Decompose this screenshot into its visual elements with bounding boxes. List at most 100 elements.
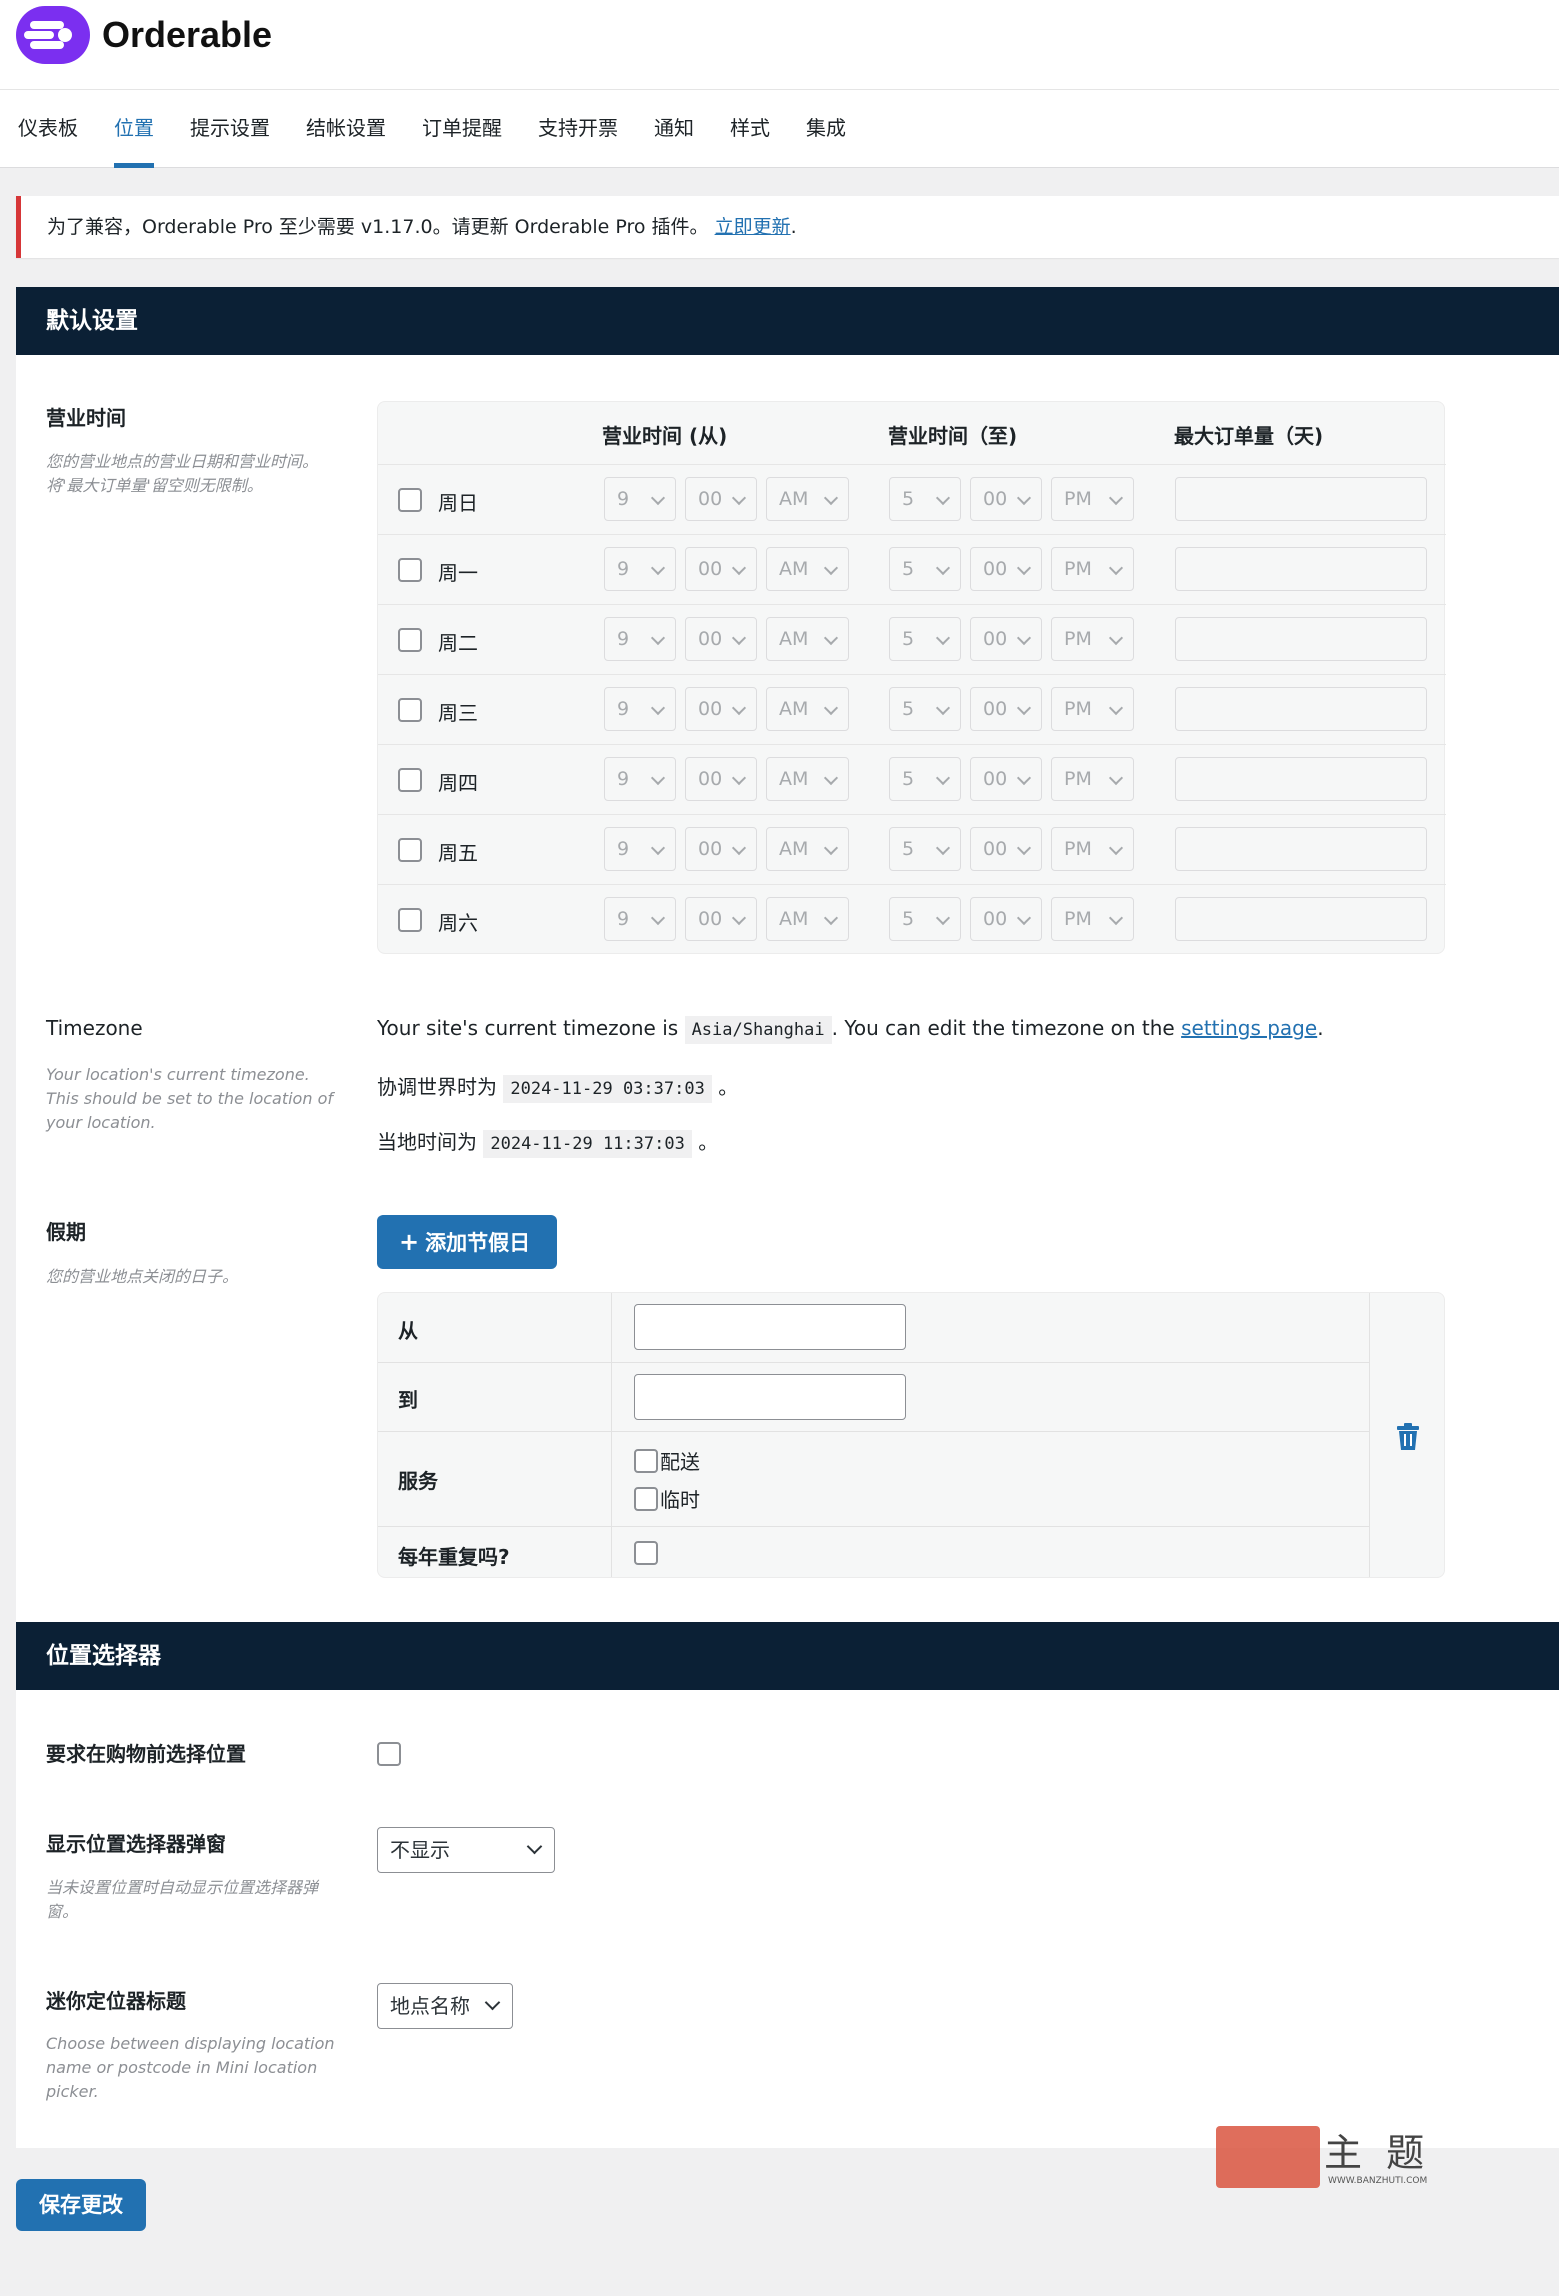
from-minute-select[interactable]: 00 [685,687,757,731]
chevron-down-icon [1108,630,1124,646]
to-minute-select[interactable]: 00 [970,897,1042,941]
from-ampm-select[interactable]: AM [766,897,849,941]
chevron-down-icon [1108,770,1124,786]
to-ampm-select[interactable]: PM [1051,617,1134,661]
to-hour-select[interactable]: 5 [889,757,961,801]
require-location-checkbox[interactable] [377,1742,401,1766]
max-orders-input[interactable] [1175,897,1427,941]
chevron-down-icon [1016,770,1032,786]
max-orders-input[interactable] [1175,757,1427,801]
tab-dashboard[interactable]: 仪表板 [0,90,96,168]
update-notice: 为了兼容，Orderable Pro 至少需要 v1.17.0。请更新 Orde… [16,196,1559,258]
from-ampm-select[interactable]: AM [766,757,849,801]
service-pickup-checkbox[interactable] [634,1487,658,1511]
from-minute-select[interactable]: 00 [685,897,757,941]
chevron-down-icon [731,910,747,926]
from-minute-select[interactable]: 00 [685,757,757,801]
tab-notifications[interactable]: 通知 [636,90,712,168]
from-hour-select[interactable]: 9 [604,757,676,801]
from-hour-select[interactable]: 9 [604,897,676,941]
tab-tip-settings[interactable]: 提示设置 [172,90,288,168]
from-hour-select[interactable]: 9 [604,547,676,591]
to-ampm-select[interactable]: PM [1051,687,1134,731]
day-checkbox[interactable] [398,698,422,722]
from-ampm-select[interactable]: AM [766,687,849,731]
to-minute-select[interactable]: 00 [970,477,1042,521]
to-minute-select[interactable]: 00 [970,757,1042,801]
holidays-label: 假期 [46,1220,86,1244]
tab-styles[interactable]: 样式 [712,90,788,168]
max-orders-input[interactable] [1175,477,1427,521]
watermark: 主 题 WWW.BANZHUTI.COM [1216,2120,1446,2192]
day-checkbox[interactable] [398,488,422,512]
tab-order-reminders[interactable]: 订单提醒 [404,90,520,168]
tab-invoicing[interactable]: 支持开票 [520,90,636,168]
to-minute-select[interactable]: 00 [970,617,1042,661]
from-minute-select[interactable]: 00 [685,827,757,871]
to-hour-select[interactable]: 5 [889,897,961,941]
holiday-repeat-checkbox[interactable] [634,1541,658,1565]
max-orders-input[interactable] [1175,687,1427,731]
from-ampm-select[interactable]: AM [766,477,849,521]
to-ampm-select[interactable]: PM [1051,827,1134,871]
to-ampm-select[interactable]: PM [1051,897,1134,941]
from-hour-select[interactable]: 9 [604,687,676,731]
chevron-down-icon [650,840,666,856]
chevron-down-icon [731,490,747,506]
max-orders-input[interactable] [1175,617,1427,661]
to-hour-select[interactable]: 5 [889,827,961,871]
max-orders-input[interactable] [1175,827,1427,871]
show-popup-select[interactable]: 不显示 [377,1827,555,1873]
chevron-down-icon [935,770,951,786]
tab-locations[interactable]: 位置 [96,90,172,168]
settings-page-link[interactable]: settings page [1181,1016,1317,1040]
chevron-down-icon [823,560,839,576]
to-hour-select[interactable]: 5 [889,547,961,591]
chevron-down-icon [1016,560,1032,576]
brand-name: Orderable [102,14,273,55]
to-minute-select[interactable]: 00 [970,827,1042,871]
tab-checkout-settings[interactable]: 结帐设置 [288,90,404,168]
day-checkbox[interactable] [398,908,422,932]
add-holiday-button[interactable]: + 添加节假日 [377,1215,557,1269]
update-now-link[interactable]: 立即更新 [715,216,791,238]
from-hour-select[interactable]: 9 [604,617,676,661]
trash-icon[interactable] [1396,1423,1420,1451]
chevron-down-icon [526,1838,543,1855]
chevron-down-icon [731,630,747,646]
from-ampm-select[interactable]: AM [766,617,849,661]
hours-row: 周二 9 00 AM 5 00 PM [378,604,1446,674]
to-minute-select[interactable]: 00 [970,687,1042,731]
orderable-logo[interactable]: Orderable [16,6,272,64]
to-minute-select[interactable]: 00 [970,547,1042,591]
day-checkbox[interactable] [398,628,422,652]
chevron-down-icon [935,840,951,856]
from-hour-select[interactable]: 9 [604,477,676,521]
from-ampm-select[interactable]: AM [766,827,849,871]
day-label: 周三 [438,701,478,725]
local-time-value: 2024-11-29 11:37:03 [483,1130,692,1158]
day-checkbox[interactable] [398,838,422,862]
max-orders-input[interactable] [1175,547,1427,591]
to-hour-select[interactable]: 5 [889,477,961,521]
to-ampm-select[interactable]: PM [1051,757,1134,801]
to-hour-select[interactable]: 5 [889,687,961,731]
day-checkbox[interactable] [398,768,422,792]
service-delivery-checkbox[interactable] [634,1449,658,1473]
tab-integrations[interactable]: 集成 [788,90,864,168]
from-minute-select[interactable]: 00 [685,617,757,661]
from-minute-select[interactable]: 00 [685,477,757,521]
to-ampm-select[interactable]: PM [1051,547,1134,591]
save-changes-button[interactable]: 保存更改 [16,2179,146,2231]
from-minute-select[interactable]: 00 [685,547,757,591]
holiday-to-input[interactable] [634,1374,906,1420]
to-ampm-select[interactable]: PM [1051,477,1134,521]
from-hour-select[interactable]: 9 [604,827,676,871]
from-ampm-select[interactable]: AM [766,547,849,591]
mini-locator-select[interactable]: 地点名称 [377,1983,513,2029]
holiday-from-input[interactable] [634,1304,906,1350]
holiday-from-label: 从 [398,1319,418,1343]
day-checkbox[interactable] [398,558,422,582]
to-hour-select[interactable]: 5 [889,617,961,661]
watermark-seal [1216,2126,1320,2188]
